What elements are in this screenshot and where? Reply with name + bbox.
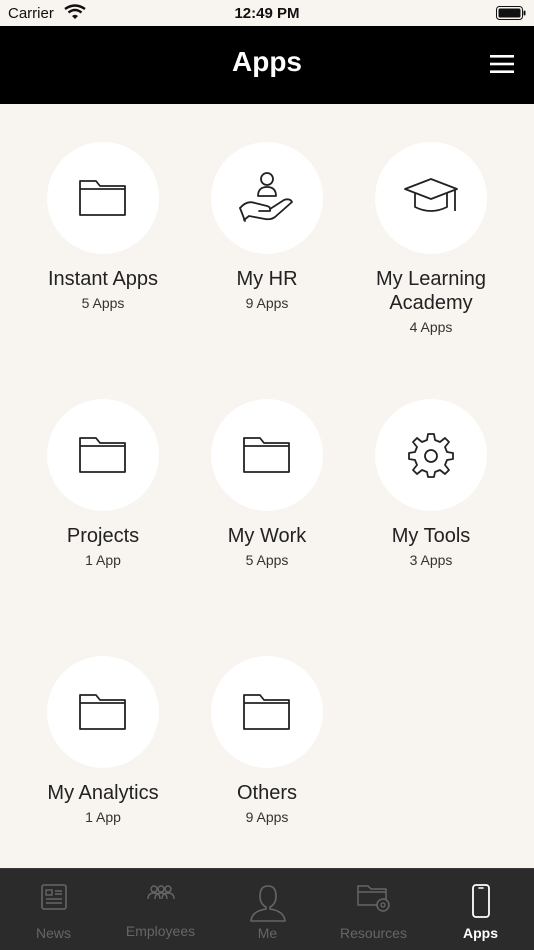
folder-icon [79,180,126,216]
app-name: My Analytics [47,782,159,804]
employees-icon [146,885,175,900]
app-icon-circle [47,399,159,511]
app-count: 9 Apps [245,295,289,311]
app-tile-others[interactable]: Others 9 Apps [185,656,349,825]
tab-resources[interactable]: Resources [320,869,427,950]
tab-label: News [35,925,71,941]
news-icon [40,884,67,910]
app-tile-instant-apps[interactable]: Instant Apps 5 Apps [21,142,185,311]
graduation-cap-icon [404,178,458,212]
app-name: My Work [227,525,307,547]
folder-icon [243,437,290,473]
app-count: 9 Apps [245,809,289,825]
tab-bar: News Employees Me Resources Apps [0,868,534,950]
hamburger-menu-icon[interactable] [488,52,516,76]
app-name: Instant Apps [47,268,159,290]
app-count: 4 Apps [409,319,453,335]
app-icon-circle [211,656,323,768]
app-icon-circle [47,656,159,768]
app-name: My Learning Academy [375,268,487,314]
app-icon-circle [375,399,487,511]
folder-icon [79,694,126,730]
app-tile-my-work[interactable]: My Work 5 Apps [185,399,349,568]
tab-label: Resources [340,925,407,941]
app-count: 1 App [85,552,121,568]
phone-icon [471,884,490,918]
hand-person-icon [239,172,293,222]
app-icon-circle [211,142,323,254]
app-tile-my-analytics[interactable]: My Analytics 1 App [21,656,185,825]
folder-icon [243,694,290,730]
tab-employees[interactable]: Employees [107,869,214,950]
app-icon-circle [375,142,487,254]
tab-label: Apps [463,925,498,941]
tab-news[interactable]: News [0,869,107,950]
app-name: Projects [66,525,140,547]
battery-icon [496,6,526,20]
folder-icon [79,437,126,473]
app-tile-my-tools[interactable]: My Tools 3 Apps [349,399,513,568]
app-name: My HR [236,268,298,290]
status-bar: Carrier 12:49 PM [0,0,534,26]
header-bar: Apps [0,26,534,104]
app-count: 3 Apps [409,552,453,568]
app-tile-projects[interactable]: Projects 1 App [21,399,185,568]
resources-folder-icon [356,885,390,912]
app-count: 1 App [85,809,121,825]
tab-apps[interactable]: Apps [427,869,534,950]
app-icon-circle [47,142,159,254]
app-tile-my-hr[interactable]: My HR 9 Apps [185,142,349,311]
status-time: 12:49 PM [234,5,300,22]
app-icon-circle [211,399,323,511]
app-count: 5 Apps [81,295,125,311]
tab-label: Me [257,925,278,941]
app-count: 5 Apps [245,552,289,568]
tab-me[interactable]: Me [214,869,321,950]
page-title: Apps [232,46,302,77]
tab-label: Employees [125,923,196,939]
gear-icon [408,433,454,478]
person-icon [249,885,286,922]
app-name: Others [236,782,298,804]
app-name: My Tools [391,525,471,547]
app-tile-my-learning-academy[interactable]: My Learning Academy 4 Apps [349,142,513,335]
